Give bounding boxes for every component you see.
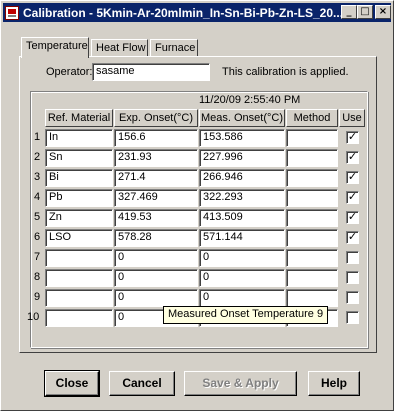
- row-number: 4: [33, 191, 41, 203]
- ref-material-cell[interactable]: [45, 289, 113, 307]
- header-use: Use: [339, 109, 365, 127]
- header-method: Method: [286, 109, 338, 127]
- meas-onset-cell[interactable]: 227.996: [199, 149, 285, 167]
- row-number: 10: [27, 311, 40, 323]
- use-checkbox[interactable]: [346, 291, 359, 304]
- cancel-button[interactable]: Cancel: [109, 371, 175, 396]
- meas-onset-cell[interactable]: 266.946: [199, 169, 285, 187]
- ref-material-cell[interactable]: Zn: [45, 209, 113, 227]
- ref-material-cell[interactable]: Sn: [45, 149, 113, 167]
- window-title: Calibration - 5Kmin-Ar-20mlmin_In-Sn-Bi-…: [23, 5, 341, 20]
- calibration-timestamp: 11/20/09 2:55:40 PM: [199, 94, 301, 106]
- ref-material-cell[interactable]: [45, 309, 113, 327]
- row-number: 5: [33, 211, 41, 223]
- method-cell[interactable]: [286, 189, 338, 207]
- header-meas-onset: Meas. Onset(°C): [199, 109, 285, 127]
- meas-onset-cell[interactable]: 153.586: [199, 129, 285, 147]
- method-cell[interactable]: [286, 129, 338, 147]
- use-checkbox[interactable]: ✓: [346, 211, 359, 224]
- exp-onset-cell[interactable]: 327.469: [114, 189, 198, 207]
- exp-onset-cell[interactable]: 156.6: [114, 129, 198, 147]
- method-cell[interactable]: [286, 209, 338, 227]
- exp-onset-cell[interactable]: 0: [114, 289, 198, 307]
- meas-onset-cell[interactable]: 571.144: [199, 229, 285, 247]
- method-cell[interactable]: [286, 229, 338, 247]
- header-ref-material: Ref. Material: [45, 109, 113, 127]
- meas-onset-cell[interactable]: 322.293: [199, 189, 285, 207]
- exp-onset-cell[interactable]: 231.93: [114, 149, 198, 167]
- operator-field[interactable]: sasame: [92, 63, 210, 81]
- row-number: 8: [33, 271, 41, 283]
- minimize-button[interactable]: _: [341, 5, 357, 19]
- method-cell[interactable]: [286, 149, 338, 167]
- use-checkbox[interactable]: ✓: [346, 131, 359, 144]
- ref-material-cell[interactable]: Pb: [45, 189, 113, 207]
- exp-onset-cell[interactable]: 271.4: [114, 169, 198, 187]
- ref-material-cell[interactable]: Bi: [45, 169, 113, 187]
- row-number: 2: [33, 151, 41, 163]
- row-number: 3: [33, 171, 41, 183]
- help-button[interactable]: Help: [308, 371, 360, 396]
- exp-onset-cell[interactable]: 0: [114, 249, 198, 267]
- method-cell[interactable]: [286, 289, 338, 307]
- method-cell[interactable]: [286, 169, 338, 187]
- row-number: 9: [33, 291, 41, 303]
- use-checkbox[interactable]: [346, 251, 359, 264]
- ref-material-cell[interactable]: In: [45, 129, 113, 147]
- close-button[interactable]: Close: [44, 370, 100, 397]
- meas-onset-cell[interactable]: 0: [199, 249, 285, 267]
- exp-onset-cell[interactable]: 0: [114, 269, 198, 287]
- tab-furnace[interactable]: Furnace: [150, 39, 198, 57]
- close-window-button[interactable]: ×: [375, 5, 391, 19]
- title-bar[interactable]: Calibration - 5Kmin-Ar-20mlmin_In-Sn-Bi-…: [3, 3, 391, 22]
- row-number: 1: [33, 131, 41, 143]
- app-icon: [5, 5, 19, 20]
- operator-label: Operator:: [46, 66, 93, 78]
- meas-onset-cell[interactable]: 0: [199, 269, 285, 287]
- header-exp-onset: Exp. Onset(°C): [114, 109, 198, 127]
- calibration-window: Calibration - 5Kmin-Ar-20mlmin_In-Sn-Bi-…: [0, 0, 394, 411]
- save-apply-button[interactable]: Save & Apply: [184, 371, 297, 396]
- tab-temperature[interactable]: Temperature: [21, 37, 89, 58]
- calibration-status: This calibration is applied.: [222, 66, 349, 78]
- ref-material-cell[interactable]: [45, 249, 113, 267]
- row-number: 7: [33, 251, 41, 263]
- maximize-button[interactable]: □: [357, 5, 373, 19]
- ref-material-cell[interactable]: LSO: [45, 229, 113, 247]
- method-cell[interactable]: [286, 269, 338, 287]
- use-checkbox[interactable]: ✓: [346, 191, 359, 204]
- use-checkbox[interactable]: [346, 311, 359, 324]
- ref-material-cell[interactable]: [45, 269, 113, 287]
- tab-heat-flow[interactable]: Heat Flow: [91, 39, 148, 57]
- use-checkbox[interactable]: [346, 271, 359, 284]
- exp-onset-cell[interactable]: 419.53: [114, 209, 198, 227]
- method-cell[interactable]: [286, 249, 338, 267]
- use-checkbox[interactable]: ✓: [346, 151, 359, 164]
- tooltip: Measured Onset Temperature 9: [163, 306, 329, 324]
- meas-onset-cell[interactable]: 413.509: [199, 209, 285, 227]
- use-checkbox[interactable]: ✓: [346, 231, 359, 244]
- meas-onset-cell[interactable]: 0: [199, 289, 285, 307]
- row-number: 6: [33, 231, 41, 243]
- use-checkbox[interactable]: ✓: [346, 171, 359, 184]
- exp-onset-cell[interactable]: 578.28: [114, 229, 198, 247]
